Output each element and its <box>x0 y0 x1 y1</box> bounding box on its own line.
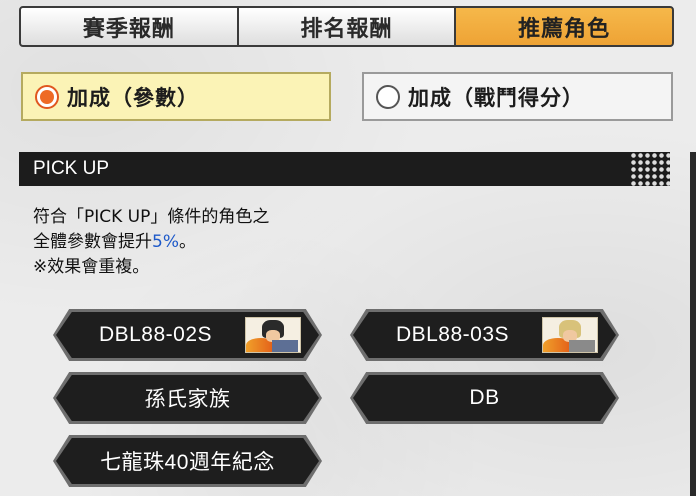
tag-label: DBL88-02S <box>98 323 213 346</box>
tag-label: DB <box>469 386 500 409</box>
desc-line-3: ※效果會重複。 <box>33 257 150 277</box>
radio-bonus-battle-score-label: 加成（戰鬥得分） <box>408 85 584 110</box>
tag-dbl88-02s[interactable]: DBL88-02S <box>56 312 319 358</box>
tab-recommended-characters[interactable]: 推薦角色 <box>456 8 672 45</box>
radio-bonus-stats-label: 加成（參數） <box>67 85 199 110</box>
tag-label: DBL88-03S <box>395 323 510 346</box>
section-title: PICK UP <box>33 158 110 179</box>
radio-bonus-stats[interactable]: 加成（參數） <box>21 72 331 121</box>
halftone-dots-icon <box>630 152 670 186</box>
tag-dragon-ball-40th[interactable]: 七龍珠40週年紀念 <box>56 438 319 484</box>
tag-son-family[interactable]: 孫氏家族 <box>56 375 319 421</box>
tab-ranking-rewards[interactable]: 排名報酬 <box>238 8 455 45</box>
desc-line-1: 符合「PICK UP」條件的角色之 <box>33 207 270 227</box>
desc-line-2: 全體參數會提升5%。 <box>33 230 363 255</box>
radio-unselected-icon <box>376 84 400 109</box>
tag-label: 孫氏家族 <box>144 388 231 411</box>
desc-line-2-prefix: 全體參數會提升 <box>33 232 152 252</box>
character-portrait-icon <box>542 317 598 353</box>
tab-season-rewards[interactable]: 賽季報酬 <box>21 8 237 45</box>
radio-selected-icon <box>35 84 59 109</box>
tab-bar: 賽季報酬 排名報酬 推薦角色 <box>19 6 674 47</box>
tag-db[interactable]: DB <box>353 375 616 421</box>
tag-label: 七龍珠40週年紀念 <box>100 451 275 474</box>
pickup-description: 符合「PICK UP」條件的角色之 全體參數會提升5%。 ※效果會重複。 <box>33 205 363 280</box>
radio-bonus-battle-score[interactable]: 加成（戰鬥得分） <box>362 72 673 121</box>
character-portrait-icon <box>245 317 301 353</box>
scrollbar[interactable] <box>690 152 696 496</box>
section-header-pickup: PICK UP <box>19 152 670 186</box>
bonus-percent: 5% <box>152 232 179 252</box>
desc-line-2-suffix: 。 <box>178 232 196 252</box>
tag-dbl88-03s[interactable]: DBL88-03S <box>353 312 616 358</box>
